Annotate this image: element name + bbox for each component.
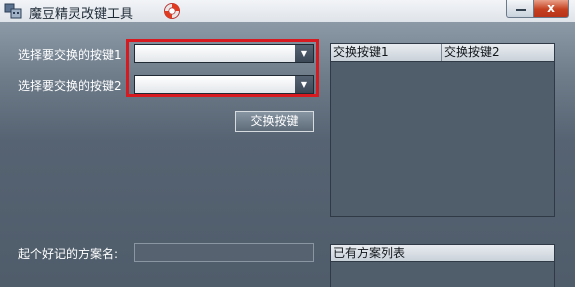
- keyboard-icon: [4, 3, 22, 19]
- column-header-key2[interactable]: 交换按键2: [442, 44, 554, 61]
- column-header-key1[interactable]: 交换按键1: [331, 44, 442, 61]
- close-button[interactable]: x: [533, 0, 569, 18]
- minimize-button[interactable]: [506, 0, 534, 18]
- scheme-list-header: 已有方案列表: [331, 245, 554, 262]
- lifebuoy-icon[interactable]: [163, 2, 181, 20]
- swap-table[interactable]: 交换按键1 交换按键2: [330, 43, 555, 217]
- key2-label: 选择要交换的按键2: [18, 79, 122, 93]
- selection-highlight: [126, 39, 319, 97]
- table-header: 交换按键1 交换按键2: [331, 44, 554, 62]
- scheme-name-label: 起个好记的方案名:: [18, 247, 119, 261]
- minimize-icon: [516, 9, 526, 11]
- scheme-list[interactable]: 已有方案列表: [330, 244, 555, 287]
- key1-label: 选择要交换的按键1: [18, 48, 122, 62]
- window-title: 魔豆精灵改键工具: [29, 7, 134, 22]
- title-bar[interactable]: 魔豆精灵改键工具 x: [0, 0, 575, 22]
- close-icon: x: [547, 1, 555, 15]
- main-panel: 选择要交换的按键1 ▼ 选择要交换的按键2 ▼ 交换按键 起个好记的方案名: 交…: [0, 22, 575, 287]
- swap-keys-button[interactable]: 交换按键: [235, 111, 314, 132]
- scheme-name-input[interactable]: [134, 243, 314, 262]
